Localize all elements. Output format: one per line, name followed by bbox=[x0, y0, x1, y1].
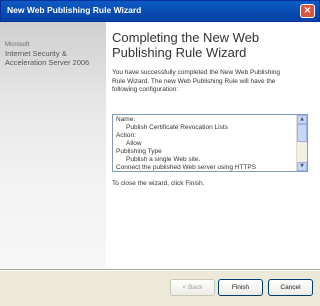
scroll-thumb[interactable] bbox=[297, 124, 307, 142]
finish-instruction: To close the wizard, click Finish. bbox=[112, 180, 205, 187]
cancel-button[interactable]: Cancel bbox=[268, 279, 313, 296]
summary-line: Publish a single Web site. bbox=[126, 156, 201, 163]
close-button[interactable]: × bbox=[300, 4, 315, 18]
product-logo: Microsoft Internet Security & Accelerati… bbox=[5, 42, 89, 67]
close-icon: × bbox=[303, 5, 312, 16]
summary-line: Publish Certificate Revocation Lists bbox=[126, 124, 228, 131]
page-title: Completing the New Web Publishing Rule W… bbox=[112, 30, 312, 60]
summary-line: Publishing Type bbox=[116, 148, 162, 155]
summary-line: Allow bbox=[126, 140, 142, 147]
scroll-up-icon[interactable]: ▲ bbox=[297, 115, 307, 124]
wizard-content: Completing the New Web Publishing Rule W… bbox=[106, 22, 320, 269]
brand-product-line1: Internet Security & bbox=[5, 49, 67, 58]
summary-scrollbar[interactable]: ▲ ▼ bbox=[296, 115, 307, 171]
summary-lines: Name: Publish Certificate Revocation List… bbox=[116, 116, 292, 171]
page-title-line2: Publishing Rule Wizard bbox=[112, 45, 247, 60]
summary-line: Connect the published Web server using H… bbox=[116, 164, 257, 171]
intro-line2: Rule Wizard. The new Web Publishing Rule… bbox=[112, 77, 276, 85]
finish-button[interactable]: Finish bbox=[218, 279, 263, 296]
window-title: New Web Publishing Rule Wizard bbox=[7, 5, 142, 15]
intro-line1: You have successfully completed the New … bbox=[112, 69, 281, 76]
wizard-banner: Microsoft Internet Security & Accelerati… bbox=[0, 22, 106, 269]
summary-line: Action: bbox=[116, 132, 136, 139]
brand-company: Microsoft bbox=[5, 42, 30, 48]
page-title-line1: Completing the New Web bbox=[112, 30, 260, 45]
wizard-window: New Web Publishing Rule Wizard × Microso… bbox=[0, 0, 320, 306]
summary-line: Name: bbox=[116, 116, 136, 123]
back-button[interactable]: < Back bbox=[170, 279, 215, 296]
scroll-down-icon[interactable]: ▼ bbox=[297, 162, 307, 171]
intro-line3: following configuration: bbox=[112, 86, 179, 93]
footer-divider bbox=[0, 269, 320, 271]
intro-text: You have successfully completed the New … bbox=[112, 69, 312, 95]
title-bar[interactable]: New Web Publishing Rule Wizard × bbox=[0, 0, 320, 22]
configuration-summary[interactable]: Name: Publish Certificate Revocation List… bbox=[112, 114, 308, 172]
brand-product-line2: Acceleration Server 2006 bbox=[5, 58, 90, 67]
